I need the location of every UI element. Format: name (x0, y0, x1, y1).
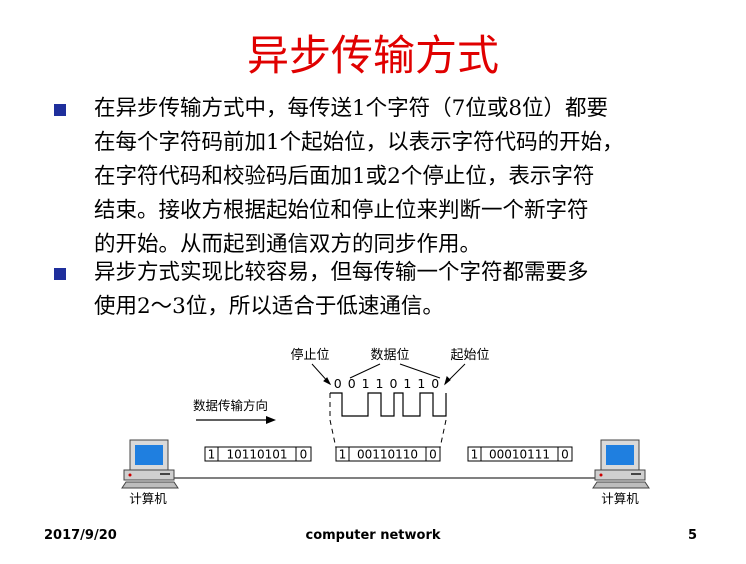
frame-3-start-bit: 1 (471, 448, 479, 462)
frame-1-start-bit: 1 (208, 448, 216, 462)
computer-left-label: 计算机 (129, 491, 167, 506)
direction-label: 数据传输方向 (193, 398, 268, 413)
frame-guide-lines (329, 393, 447, 449)
footer-page-number: 5 (688, 528, 698, 543)
frame-2-data-bits: 00110110 (357, 448, 418, 462)
footer-title: computer network (305, 528, 441, 543)
frame-1-stop-bit: 0 (300, 448, 308, 462)
computer-right-label: 计算机 (601, 491, 639, 506)
frame-1-data-bits: 10110101 (226, 448, 287, 462)
start-bit-label: 起始位 (450, 348, 489, 363)
bit-sequence: 0 0 1 1 0 1 1 0 (334, 376, 440, 391)
signal-waveform (330, 392, 447, 417)
stop-bit-label: 停止位 (290, 347, 329, 363)
frame-3-data-bits: 00010111 (489, 448, 550, 462)
computer-left-icon (121, 439, 179, 489)
direction-arrowhead-icon (266, 416, 276, 424)
frame-2-start-bit: 1 (339, 448, 347, 462)
frame-3-stop-bit: 0 (561, 448, 569, 462)
async-transmission-diagram: 停止位 数据位 起始位 0 0 1 1 0 1 1 0 数据传输方向 1 101… (121, 347, 650, 506)
frame-2-stop-bit: 0 (429, 448, 437, 462)
computer-right-icon (592, 439, 650, 489)
data-bits-label: 数据位 (370, 348, 409, 363)
